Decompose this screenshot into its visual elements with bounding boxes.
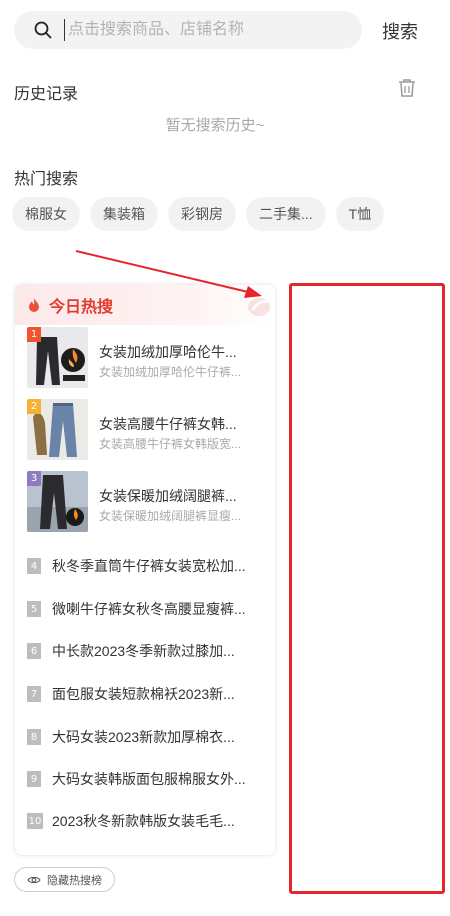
history-title: 历史记录 [14,86,79,103]
hot-item-title: 秋冬季直筒牛仔裤女装宽松加... [52,558,246,574]
today-hot-title: 今日热搜 [49,299,114,316]
hot-item-subtitle: 女装保暖加绒阔腿裤显瘦... [99,509,242,523]
product-thumbnail: 3 [27,471,88,532]
hot-item[interactable]: 3 女装保暖加绒阔腿裤... 女装保暖加绒阔腿裤显瘦... [27,471,263,533]
search-bar[interactable] [14,11,362,49]
hot-item[interactable]: 5 微喇牛仔裤女秋冬高腰显瘦裤... [27,597,263,621]
rank-badge: 5 [27,601,41,617]
hot-search-title: 热门搜索 [14,171,79,188]
hot-item[interactable]: 7 面包服女装短款棉袄2023新... [27,682,263,706]
hide-hot-list-label: 隐藏热搜榜 [47,874,102,887]
rank-badge: 6 [27,643,41,659]
hot-item-title: 女装保暖加绒阔腿裤... [99,488,237,504]
hot-item-title: 微喇牛仔裤女秋冬高腰显瘦裤... [52,601,246,617]
product-thumbnail: 1 [27,327,88,388]
hot-item[interactable]: 6 中长款2023冬季新款过膝加... [27,639,263,663]
search-button[interactable]: 搜索 [382,18,418,44]
hot-tag[interactable]: 彩钢房 [168,197,236,231]
product-thumbnail: 2 [27,399,88,460]
hide-hot-list-button[interactable]: 隐藏热搜榜 [14,867,115,892]
hot-tag[interactable]: 二手集... [246,197,326,231]
hot-item[interactable]: 10 2023秋冬新款韩版女装毛毛... [27,809,263,833]
hot-item[interactable]: 1 女装加绒加厚哈伦牛... 女装加绒加厚哈伦牛仔裤... [27,327,263,389]
hot-tag[interactable]: 棉服女 [12,197,80,231]
rank-badge: 10 [27,813,43,829]
rank-badge: 3 [27,471,41,486]
rank-badge: 1 [27,327,41,342]
search-input[interactable] [64,19,334,41]
hot-item[interactable]: 8 大码女装2023新款加厚棉衣... [27,725,263,749]
hot-search-tags: 棉服女 集装箱 彩钢房 二手集... T恤 [12,197,385,231]
rank-badge: 2 [27,399,41,414]
flame-icon [27,297,41,313]
hot-item[interactable]: 2 女装高腰牛仔裤女韩... 女装高腰牛仔裤女韩版宽... [27,399,263,461]
hot-item-subtitle: 女装高腰牛仔裤女韩版宽... [99,437,242,451]
hot-item-title: 大码女装韩版面包服棉服女外... [52,771,246,787]
hot-item-title: 女装高腰牛仔裤女韩... [99,416,237,432]
annotation-highlight-box [289,283,445,894]
hot-item-title: 大码女装2023新款加厚棉衣... [52,729,235,745]
hot-item-title: 女装加绒加厚哈伦牛... [99,344,237,360]
today-hot-card: 今日热搜 1 女装加绒加厚哈伦牛... 女装加绒加厚哈伦牛仔裤... 2 女装高… [14,284,276,856]
hot-item[interactable]: 4 秋冬季直筒牛仔裤女装宽松加... [27,554,263,578]
trash-icon[interactable] [398,78,416,98]
hot-tag[interactable]: 集装箱 [90,197,158,231]
rank-badge: 9 [27,771,41,787]
hot-item-title: 面包服女装短款棉袄2023新... [52,686,235,702]
eye-icon [27,875,41,885]
hot-item-title: 中长款2023冬季新款过膝加... [52,643,235,659]
search-icon [34,21,52,39]
hot-item[interactable]: 9 大码女装韩版面包服棉服女外... [27,767,263,791]
rank-badge: 4 [27,558,41,574]
fire-decoration-icon [243,293,271,319]
today-hot-header: 今日热搜 [15,285,275,325]
rank-badge: 8 [27,729,41,745]
rank-badge: 7 [27,686,41,702]
empty-history-text: 暂无搜索历史~ [165,117,265,134]
hot-item-subtitle: 女装加绒加厚哈伦牛仔裤... [99,365,242,379]
hot-item-title: 2023秋冬新款韩版女装毛毛... [52,813,235,829]
hot-tag[interactable]: T恤 [335,197,385,231]
